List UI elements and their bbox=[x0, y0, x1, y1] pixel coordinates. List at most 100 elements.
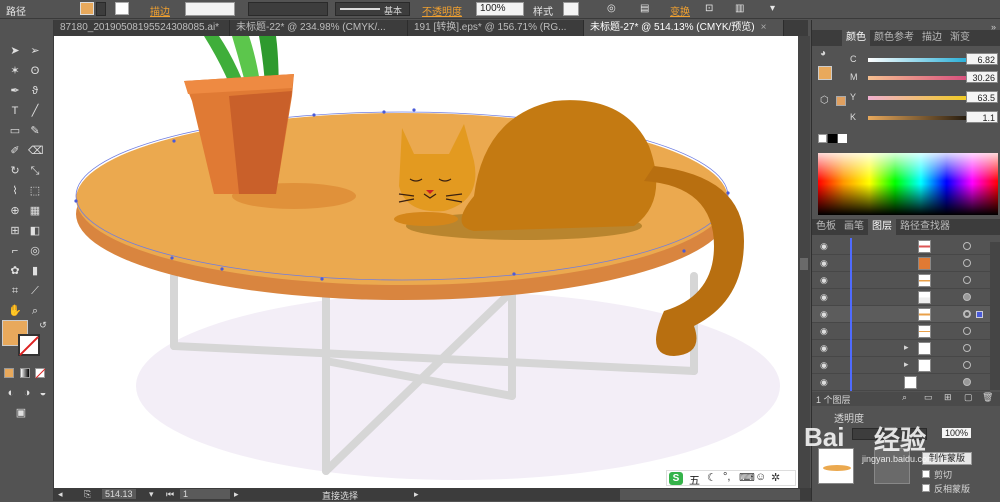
symbol-sprayer-icon[interactable]: ✿ bbox=[8, 264, 22, 278]
delete-layer-icon[interactable]: 🗑 bbox=[982, 392, 993, 403]
zoom-field[interactable]: 514.13 bbox=[102, 489, 136, 499]
new-sublayer-icon[interactable]: ⊞ bbox=[944, 392, 952, 403]
scrollbar-thumb[interactable] bbox=[800, 258, 808, 270]
locate-object-icon[interactable]: ⌕ bbox=[902, 392, 907, 403]
fill-stroke-mini[interactable] bbox=[818, 66, 832, 80]
tab-doc-1[interactable]: 87180_20190508195524308085.ai* bbox=[54, 20, 230, 36]
invert-mask-checkbox[interactable] bbox=[922, 484, 930, 492]
none-mode-button[interactable] bbox=[35, 368, 46, 379]
pen-tool-icon[interactable]: ✒ bbox=[8, 84, 22, 98]
target-icon[interactable] bbox=[963, 259, 971, 267]
variable-width-dropdown[interactable] bbox=[248, 2, 328, 16]
eraser-icon[interactable]: ⌫ bbox=[28, 144, 44, 158]
make-clip-icon[interactable]: ▭ bbox=[924, 392, 933, 403]
tab-brushes[interactable]: 画笔 bbox=[840, 219, 868, 235]
warp-tool-icon[interactable]: ⌇ bbox=[8, 184, 22, 198]
target-icon[interactable] bbox=[963, 378, 971, 386]
line-tool-icon[interactable]: ╱ bbox=[28, 104, 42, 118]
arrange-dropdown-icon[interactable]: ▾ bbox=[770, 3, 775, 14]
rotate-tool-icon[interactable]: ↻ bbox=[8, 164, 22, 178]
swap-colors-icon[interactable]: ↺ bbox=[36, 318, 50, 332]
gradient-tool-icon[interactable]: ◧ bbox=[28, 224, 42, 238]
color-panel-icon[interactable]: ◕ bbox=[820, 48, 826, 59]
layer-row-selected[interactable]: ◉ bbox=[812, 306, 990, 323]
magic-wand-icon[interactable]: ✶ bbox=[8, 64, 22, 78]
none-swatch[interactable] bbox=[818, 134, 827, 143]
gradient-mode-button[interactable] bbox=[20, 368, 30, 378]
white-swatch[interactable] bbox=[838, 134, 847, 143]
canvas-vertical-scrollbar[interactable] bbox=[798, 36, 810, 488]
arrange-icon[interactable]: ▥ bbox=[735, 3, 744, 14]
sogou-icon[interactable]: S bbox=[669, 472, 683, 485]
layer-row[interactable]: ◉ bbox=[812, 289, 990, 306]
eye-icon[interactable]: ◉ bbox=[820, 309, 830, 319]
slider-yellow[interactable]: Y 63.5 bbox=[850, 91, 1000, 104]
status-arrow-icon[interactable]: ▸ bbox=[414, 489, 419, 500]
moon-icon[interactable]: ☾ bbox=[707, 471, 717, 484]
eye-icon[interactable]: ◉ bbox=[820, 326, 830, 336]
draw-normal-icon[interactable]: ◐ bbox=[4, 386, 18, 400]
tab-doc-3[interactable]: 191 [转换].eps* @ 156.71% (RG... bbox=[408, 20, 584, 36]
mesh-tool-icon[interactable]: ⊞ bbox=[8, 224, 22, 238]
slider-black[interactable]: K 1.1 bbox=[850, 111, 1000, 124]
next-page-icon[interactable]: ▸ bbox=[234, 489, 239, 500]
curvature-tool-icon[interactable]: ϑ bbox=[28, 84, 42, 98]
expand-arrow-icon[interactable]: ▸ bbox=[904, 342, 909, 353]
clip-checkbox[interactable] bbox=[922, 470, 930, 478]
paintbrush-icon[interactable]: ✎ bbox=[28, 124, 42, 138]
screen-mode-icon[interactable]: ▣ bbox=[14, 406, 28, 420]
eye-icon[interactable]: ◉ bbox=[820, 275, 830, 285]
page-field[interactable]: 1 bbox=[180, 489, 230, 499]
opacity-field[interactable]: 100% bbox=[476, 2, 524, 16]
layer-row[interactable]: ◉ bbox=[812, 255, 990, 272]
blend-tool-icon[interactable]: ◎ bbox=[28, 244, 42, 258]
close-icon[interactable]: × bbox=[761, 22, 767, 33]
target-icon[interactable] bbox=[963, 310, 971, 318]
channel-value[interactable]: 1.1 bbox=[966, 111, 998, 123]
tab-gradient[interactable]: 渐变 bbox=[946, 30, 974, 46]
slice-tool-icon[interactable]: ⟋ bbox=[28, 284, 42, 298]
expand-arrow-icon[interactable]: ▸ bbox=[904, 359, 909, 370]
style-swatch[interactable] bbox=[563, 2, 579, 16]
fill-dropdown[interactable] bbox=[96, 2, 106, 16]
eye-icon[interactable]: ◉ bbox=[820, 292, 830, 302]
skin-icon[interactable]: ✲ bbox=[771, 471, 780, 484]
free-transform-icon[interactable]: ⬚ bbox=[28, 184, 42, 198]
rectangle-tool-icon[interactable]: ▭ bbox=[8, 124, 22, 138]
status-home-icon[interactable]: ⎘ bbox=[84, 489, 91, 500]
stroke-color-box[interactable] bbox=[18, 334, 40, 356]
mask-placeholder[interactable] bbox=[874, 448, 910, 484]
small-color-swatch[interactable] bbox=[836, 96, 846, 106]
scale-tool-icon[interactable]: ⤡ bbox=[28, 164, 42, 178]
column-graph-icon[interactable]: ▮ bbox=[28, 264, 42, 278]
artboard-tool-icon[interactable]: ⌗ bbox=[8, 284, 22, 298]
target-icon[interactable] bbox=[963, 327, 971, 335]
perspective-grid-icon[interactable]: ▦ bbox=[28, 204, 42, 218]
eye-icon[interactable]: ◉ bbox=[820, 343, 830, 353]
tab-doc-4[interactable]: 未标题-27* @ 514.13% (CMYK/预览) × bbox=[584, 20, 784, 36]
stroke-swatch[interactable] bbox=[115, 2, 129, 15]
draw-behind-icon[interactable]: ◑ bbox=[20, 386, 34, 400]
channel-value[interactable]: 30.26 bbox=[966, 71, 998, 83]
make-mask-button[interactable]: 制作蒙版 bbox=[922, 452, 972, 465]
slider-cyan[interactable]: C 6.82 bbox=[850, 53, 1000, 66]
tab-swatches[interactable]: 色板 bbox=[812, 219, 840, 235]
horizontal-scrollbar[interactable] bbox=[620, 489, 800, 500]
layer-row[interactable]: ◉ bbox=[812, 238, 990, 255]
target-icon[interactable] bbox=[963, 276, 971, 284]
zoom-tool-icon[interactable]: ⌕ bbox=[28, 304, 42, 318]
eyedropper-icon[interactable]: ⌐ bbox=[8, 244, 22, 258]
fill-swatch[interactable] bbox=[80, 2, 94, 15]
first-page-icon[interactable]: ⏮ bbox=[166, 489, 174, 500]
hand-tool-icon[interactable]: ✋ bbox=[8, 304, 22, 318]
emoji-icon[interactable]: ☺ bbox=[755, 471, 766, 483]
eye-icon[interactable]: ◉ bbox=[820, 258, 830, 268]
status-nav-icon[interactable]: ◂ bbox=[58, 489, 63, 500]
tab-pathfinder[interactable]: 路径查找器 bbox=[896, 219, 954, 235]
color-mode-button[interactable] bbox=[4, 368, 14, 378]
target-icon[interactable] bbox=[963, 361, 971, 369]
pencil-icon[interactable]: ✐ bbox=[8, 144, 22, 158]
mask-thumbnail[interactable] bbox=[818, 448, 854, 484]
slider-magenta[interactable]: M 30.26 bbox=[850, 71, 1000, 84]
align-icon[interactable]: ▤ bbox=[640, 3, 649, 14]
